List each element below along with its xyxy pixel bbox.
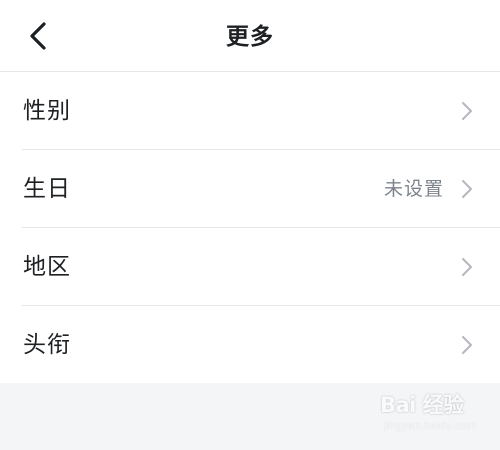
chevron-right-icon [460, 256, 474, 278]
list-item-label: 头衔 [23, 332, 71, 358]
list-item-title[interactable]: 头衔 [0, 306, 500, 384]
list-item-gender[interactable]: 性别 [0, 72, 500, 150]
list-item-birthday[interactable]: 生日 未设置 [0, 150, 500, 228]
settings-list: 性别 生日 未设置 地区 头衔 [0, 72, 500, 383]
watermark-logo: Bai 经验 [380, 393, 464, 417]
chevron-right-icon [460, 178, 474, 200]
watermark-url: jingyan.baidu.com [384, 421, 477, 432]
navigation-bar: 更多 [0, 0, 500, 72]
more-settings-screen: 更多 性别 生日 未设置 地区 头衔 Bai 经验 jingyan.baidu.… [0, 0, 500, 450]
chevron-right-icon [460, 334, 474, 356]
list-item-label: 地区 [23, 254, 71, 280]
page-title: 更多 [226, 24, 274, 50]
list-item-label: 性别 [23, 98, 71, 124]
list-item-value: 未设置 [383, 178, 444, 200]
list-item-region[interactable]: 地区 [0, 228, 500, 306]
list-item-label: 生日 [23, 176, 71, 202]
chevron-right-icon [460, 100, 474, 122]
watermark: Bai 经验 jingyan.baidu.com [380, 392, 495, 444]
